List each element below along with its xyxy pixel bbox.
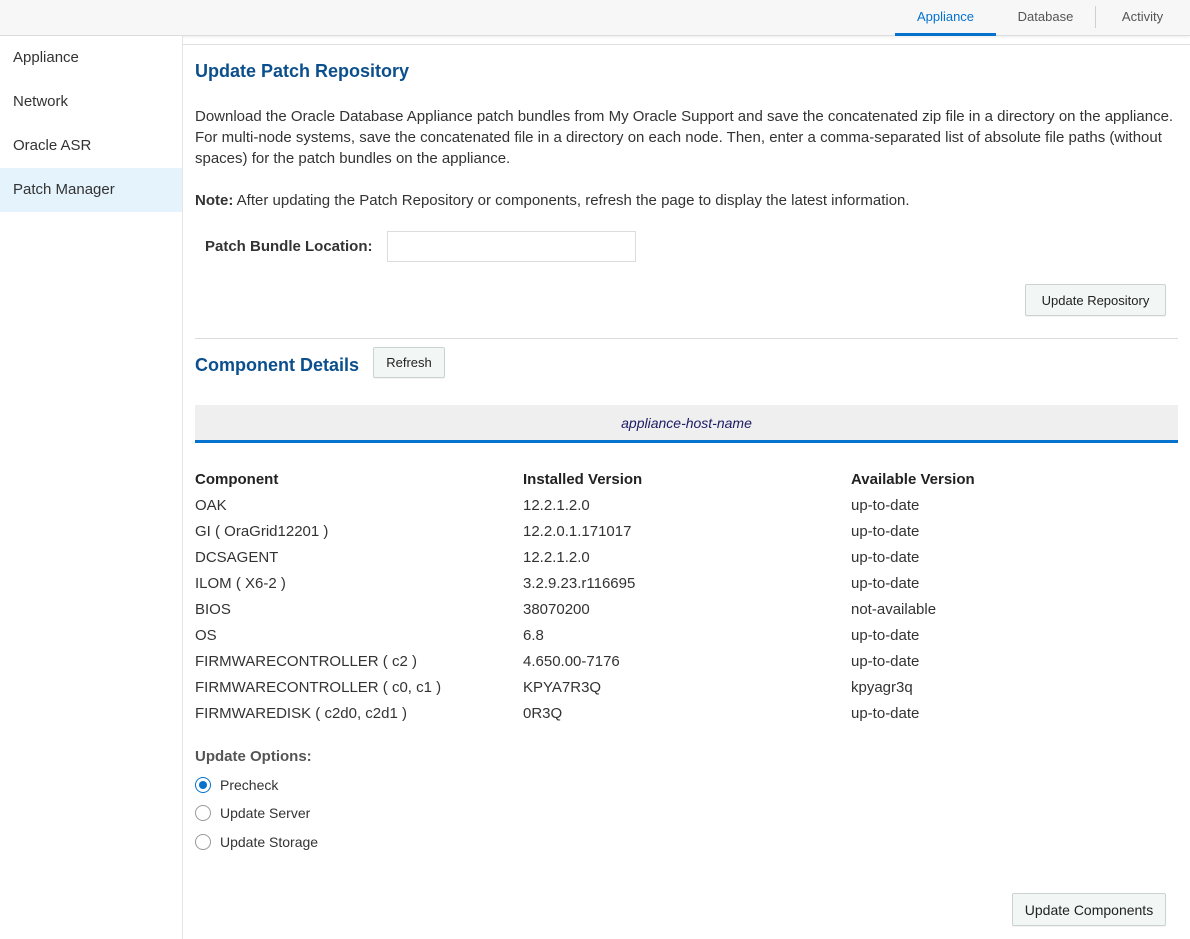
cell-installed: 0R3Q xyxy=(523,705,563,722)
table-row: BIOS 38070200 not-available xyxy=(195,597,1178,623)
cell-available: up-to-date xyxy=(851,627,920,644)
patch-bundle-location-label: Patch Bundle Location: xyxy=(205,238,373,255)
top-bar: Appliance Database Activity xyxy=(0,0,1190,36)
table-row: FIRMWAREDISK ( c2d0, c2d1 ) 0R3Q up-to-d… xyxy=(195,701,1178,727)
cell-component: OS xyxy=(195,627,217,644)
table-row: GI ( OraGrid12201 ) 12.2.0.1.171017 up-t… xyxy=(195,519,1178,545)
table-header: Component Installed Version Available Ve… xyxy=(195,467,1178,493)
patch-bundle-location-input[interactable] xyxy=(387,231,636,262)
cell-component: FIRMWARECONTROLLER ( c2 ) xyxy=(195,653,417,670)
cell-installed: 12.2.0.1.171017 xyxy=(523,523,632,540)
host-name-header: appliance-host-name xyxy=(195,405,1178,443)
tab-activity[interactable]: Activity xyxy=(1095,0,1190,36)
cell-component: OAK xyxy=(195,497,227,514)
refresh-button[interactable]: Refresh xyxy=(373,347,445,378)
radio-update-storage[interactable] xyxy=(195,834,211,850)
cell-installed: 6.8 xyxy=(523,627,544,644)
cell-available: up-to-date xyxy=(851,705,920,722)
tab-appliance[interactable]: Appliance xyxy=(895,0,996,36)
option-update-storage[interactable]: Update Storage xyxy=(195,832,318,852)
option-update-server-label: Update Server xyxy=(220,805,311,821)
option-precheck[interactable]: Precheck xyxy=(195,775,278,795)
cell-installed: KPYA7R3Q xyxy=(523,679,602,696)
table-row: ILOM ( X6-2 ) 3.2.9.23.r116695 up-to-dat… xyxy=(195,571,1178,597)
cell-component: FIRMWAREDISK ( c2d0, c2d1 ) xyxy=(195,705,407,722)
update-options-title: Update Options: xyxy=(195,748,312,765)
header-available-version: Available Version xyxy=(851,471,975,488)
cell-installed: 12.2.1.2.0 xyxy=(523,497,590,514)
cell-available: up-to-date xyxy=(851,575,920,592)
component-details-title: Component Details xyxy=(195,355,360,375)
cell-installed: 12.2.1.2.0 xyxy=(523,549,590,566)
cell-available: up-to-date xyxy=(851,549,920,566)
option-update-server[interactable]: Update Server xyxy=(195,803,310,823)
note-label: Note: xyxy=(195,192,234,209)
table-row: FIRMWARECONTROLLER ( c2 ) 4.650.00-7176 … xyxy=(195,649,1178,675)
header-installed-version: Installed Version xyxy=(523,471,643,488)
sidebar-item-network[interactable]: Network xyxy=(0,80,182,124)
sidebar-item-oracle-asr[interactable]: Oracle ASR xyxy=(0,124,182,168)
sidebar: Appliance Network Oracle ASR Patch Manag… xyxy=(0,36,183,939)
tab-database[interactable]: Database xyxy=(996,0,1095,36)
update-repository-title: Update Patch Repository xyxy=(195,61,410,81)
note-text: After updating the Patch Repository or c… xyxy=(233,192,910,209)
cell-component: ILOM ( X6-2 ) xyxy=(195,575,286,592)
update-repository-button[interactable]: Update Repository xyxy=(1025,284,1166,316)
radio-precheck[interactable] xyxy=(195,777,211,793)
table-row: OS 6.8 up-to-date xyxy=(195,623,1178,649)
cell-installed: 38070200 xyxy=(523,601,590,618)
table-row: DCSAGENT 12.2.1.2.0 up-to-date xyxy=(195,545,1178,571)
cell-available: kpyagr3q xyxy=(851,679,913,696)
sidebar-item-patch-manager[interactable]: Patch Manager xyxy=(0,168,182,212)
radio-update-server[interactable] xyxy=(195,805,211,821)
table-row: FIRMWARECONTROLLER ( c0, c1 ) KPYA7R3Q k… xyxy=(195,675,1178,701)
option-update-storage-label: Update Storage xyxy=(220,834,319,850)
cell-available: up-to-date xyxy=(851,523,920,540)
repository-description: Download the Oracle Database Appliance p… xyxy=(195,108,1174,167)
component-table: Component Installed Version Available Ve… xyxy=(195,467,1178,727)
update-components-button[interactable]: Update Components xyxy=(1012,893,1166,926)
cell-installed: 4.650.00-7176 xyxy=(523,653,620,670)
cell-component: DCSAGENT xyxy=(195,549,279,566)
cell-component: FIRMWARECONTROLLER ( c0, c1 ) xyxy=(195,679,442,696)
cell-available: up-to-date xyxy=(851,497,920,514)
top-tabs: Appliance Database Activity xyxy=(895,0,1190,36)
main-content: Update Patch Repository Download the Ora… xyxy=(183,44,1190,939)
cell-installed: 3.2.9.23.r116695 xyxy=(523,575,636,592)
option-precheck-label: Precheck xyxy=(220,777,279,793)
header-component: Component xyxy=(195,471,279,488)
cell-component: BIOS xyxy=(195,601,231,618)
cell-available: not-available xyxy=(851,601,937,618)
section-divider xyxy=(195,338,1178,339)
table-row: OAK 12.2.1.2.0 up-to-date xyxy=(195,493,1178,519)
sidebar-item-appliance[interactable]: Appliance xyxy=(0,36,182,80)
cell-available: up-to-date xyxy=(851,653,920,670)
cell-component: GI ( OraGrid12201 ) xyxy=(195,523,329,540)
repository-note: Note: After updating the Patch Repositor… xyxy=(195,190,1175,211)
